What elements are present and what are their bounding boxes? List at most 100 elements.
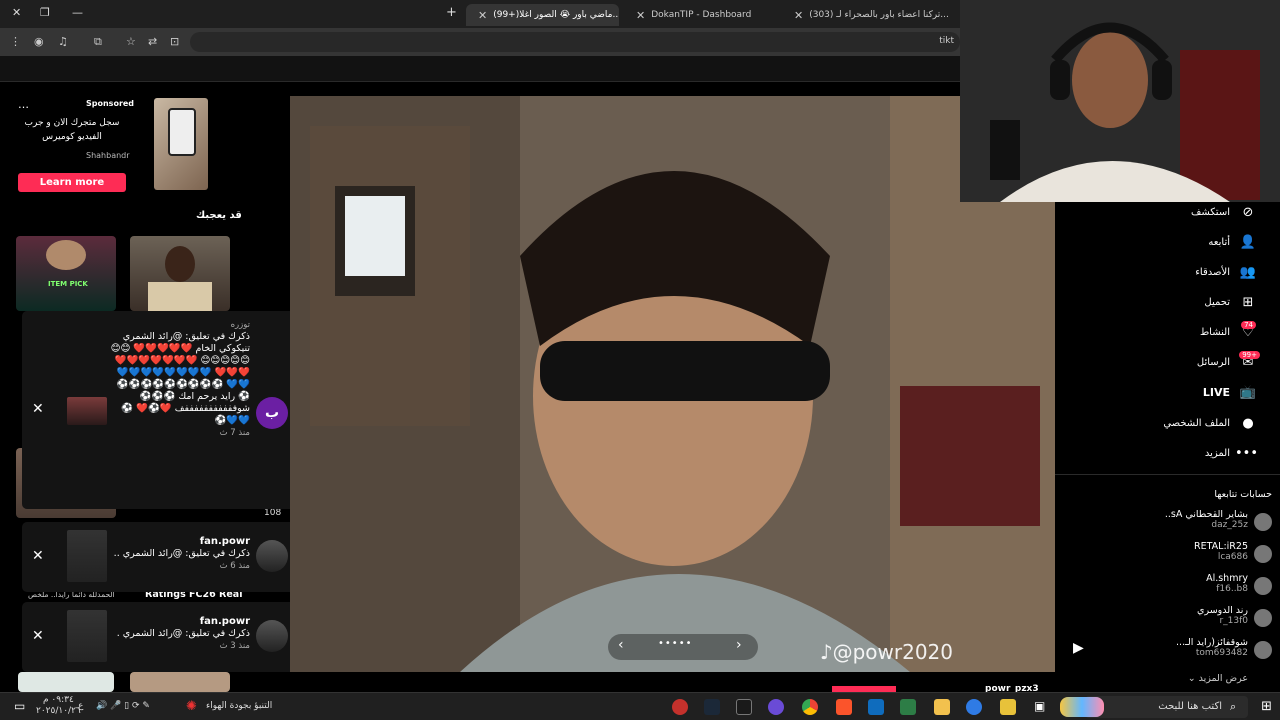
windows-taskbar: ⊞ اكتب هنا للبحث ⌕ ▣ ✺ التنبؤ بجودة الهو… xyxy=(0,692,1280,720)
close-tab-icon[interactable]: ✕ xyxy=(794,9,803,22)
browser-tab-strip: ✕ ❐ — + ✕ (99+)ماضي باور 😭 الصور اغلا...… xyxy=(0,0,960,28)
video-thumbnail[interactable] xyxy=(67,397,107,425)
xbox-icon[interactable] xyxy=(736,699,752,715)
profile-icon[interactable]: ◉ xyxy=(34,35,44,48)
weather-widget[interactable]: التنبؤ بجودة الهواء xyxy=(206,701,272,711)
ad-image[interactable] xyxy=(154,98,208,190)
avatar[interactable] xyxy=(1254,641,1272,659)
install-app-icon[interactable]: ⊡ xyxy=(170,35,179,48)
close-icon[interactable]: ✕ xyxy=(32,401,44,417)
following-title: حسابات تتابعها xyxy=(1214,489,1272,500)
edge-icon[interactable] xyxy=(966,699,982,715)
close-icon[interactable]: ✕ xyxy=(32,628,44,644)
followed-account[interactable]: Al.shmry f16..b8 xyxy=(1206,573,1248,594)
nav-upload[interactable]: ⊞ تحميل xyxy=(1204,295,1258,310)
avatar[interactable] xyxy=(256,620,288,652)
see-more-link[interactable]: عرض المزيد ⌄ xyxy=(1188,673,1248,684)
nav-more[interactable]: ••• المزيد xyxy=(1205,446,1258,461)
avatar[interactable] xyxy=(256,540,288,572)
obs-icon[interactable] xyxy=(672,699,688,715)
video-thumbnail[interactable] xyxy=(67,530,107,582)
outlook-icon[interactable] xyxy=(868,699,884,715)
video-player[interactable]: ‹ ••••• › ♪@powr2020 xyxy=(290,96,1055,672)
next-arrow-icon[interactable]: › xyxy=(736,637,742,653)
play-icon[interactable]: ▶ xyxy=(1073,640,1084,656)
notification-name: fan.powr xyxy=(199,616,250,627)
suggested-video-card[interactable] xyxy=(130,236,230,311)
store-icon[interactable] xyxy=(900,699,916,715)
avatar[interactable] xyxy=(1254,545,1272,563)
followed-account[interactable]: رند الدوسري r_13f0 xyxy=(1197,605,1248,626)
tab-youtube[interactable]: ✕ (303) تركنا اعضاء باور بالصحراء لـ... xyxy=(782,4,960,26)
extensions-icon[interactable]: ⧉ xyxy=(94,35,102,49)
learn-more-button[interactable]: Learn more xyxy=(18,173,126,192)
ad-options-icon[interactable]: … xyxy=(18,98,29,111)
chrome-icon[interactable] xyxy=(802,699,818,715)
nav-live[interactable]: 📺 LIVE xyxy=(1203,385,1258,400)
suggested-video-card[interactable]: ITEM PICK xyxy=(16,236,116,311)
new-tab-icon[interactable]: + xyxy=(446,5,457,20)
nav-label: المزيد xyxy=(1204,448,1230,459)
close-window-icon[interactable]: ✕ xyxy=(12,6,21,19)
avatar[interactable] xyxy=(1254,609,1272,627)
translate-icon[interactable]: ⇄ xyxy=(148,35,157,48)
notification-name: fan.powr xyxy=(199,536,250,547)
nav-label: الرسائل xyxy=(1196,357,1230,368)
close-tab-icon[interactable]: ✕ xyxy=(478,9,487,22)
notification-card[interactable]: ✕ ب توزره ذكرك في تعليق: @رائد الشمري تن… xyxy=(22,311,298,509)
followed-account[interactable]: بشاير القحطاني sA.. daz_25z xyxy=(1165,509,1248,530)
taskbar-search-box[interactable]: اكتب هنا للبحث xyxy=(1085,696,1248,718)
previous-arrow-icon[interactable]: ‹ xyxy=(618,637,624,653)
brave-icon[interactable] xyxy=(836,699,852,715)
url-field[interactable]: tikt xyxy=(190,32,960,52)
tab-dokantip[interactable]: ✕ DokanTIP - Dashboard xyxy=(624,4,754,26)
notification-text: ذكرك في تعليق: @رائد الشمري تنيكوكي الخا… xyxy=(110,331,250,426)
nav-label: النشاط xyxy=(1199,327,1230,338)
avatar[interactable]: ب xyxy=(256,397,288,429)
notifications-icon[interactable]: ▭ xyxy=(14,699,25,713)
carousel-dots[interactable]: ••••• xyxy=(658,638,693,649)
system-tray-icons[interactable]: 🔊 🎤 ▯ ⟳ ✎ xyxy=(96,701,150,711)
friends-icon: 👥 xyxy=(1239,265,1257,280)
notification-card[interactable]: ✕ fan.powr ذكرك في تعليق: @رائد الشمري .… xyxy=(22,602,298,672)
air-quality-icon: ✺ xyxy=(186,699,197,714)
notification-card[interactable]: ✕ fan.powr ذكرك في تعليق: @رائد الشمري .… xyxy=(22,522,298,592)
menu-dots-icon[interactable]: ⋮ xyxy=(10,35,21,48)
close-icon[interactable]: ✕ xyxy=(32,548,44,564)
sponsored-ad[interactable]: … Sponsored سجل متجرك الان و جرب الفيديو… xyxy=(14,96,232,196)
tab-active[interactable]: ✕ (99+)ماضي باور 😭 الصور اغلا... xyxy=(466,4,619,26)
notification-text: ذكرك في تعليق: @رائد الشمري .. xyxy=(113,548,250,559)
followed-account[interactable]: شوقفائز(رايد الـ... tom693482 xyxy=(1176,637,1248,658)
nav-explore[interactable]: ⊘ استكشف xyxy=(1191,205,1258,220)
followed-account[interactable]: RETAL:iR25 lca686 xyxy=(1194,541,1248,562)
tab-label: (99+)ماضي باور 😭 الصور اغلا... xyxy=(493,10,619,20)
nav-label: استكشف xyxy=(1191,207,1230,218)
nav-friends[interactable]: 👥 الأصدقاء xyxy=(1195,265,1258,280)
ad-text: سجل متجرك الان و جرب الفيديو كوميرس xyxy=(24,118,120,142)
media-control-icon[interactable]: ♫ xyxy=(58,35,68,48)
search-highlight-icon[interactable] xyxy=(1060,697,1104,717)
notification-body: fan.powr ذكرك في تعليق: @رائد الشمري . م… xyxy=(110,616,250,652)
user-follow-icon: 👤 xyxy=(1239,235,1257,250)
video-frame xyxy=(290,96,1055,672)
bookmark-star-icon[interactable]: ☆ xyxy=(126,35,136,48)
nav-label: LIVE xyxy=(1202,386,1230,399)
suggested-video-card[interactable] xyxy=(130,672,230,692)
avatar[interactable] xyxy=(1254,513,1272,531)
discord-icon[interactable] xyxy=(768,699,784,715)
copilot-icon[interactable] xyxy=(1000,699,1016,715)
file-explorer-icon[interactable] xyxy=(934,699,950,715)
close-tab-icon[interactable]: ✕ xyxy=(636,9,645,22)
task-view-icon[interactable]: ▣ xyxy=(1034,699,1045,713)
clock[interactable]: ٠٩:٣٤ م ٢٠٢٥/١٠/٢٦ xyxy=(36,695,81,717)
nav-profile[interactable]: ● الملف الشخصي xyxy=(1163,416,1258,431)
nav-following[interactable]: 👤 أتابعه xyxy=(1208,235,1258,250)
restore-window-icon[interactable]: ❐ xyxy=(40,6,50,19)
windows-start-icon[interactable]: ⊞ xyxy=(1261,699,1272,714)
minimize-window-icon[interactable]: — xyxy=(72,6,83,19)
url-text: tikt xyxy=(939,36,954,46)
avatar[interactable] xyxy=(1254,577,1272,595)
steam-icon[interactable] xyxy=(704,699,720,715)
video-thumbnail[interactable] xyxy=(67,610,107,662)
suggested-video-card[interactable] xyxy=(18,672,114,692)
